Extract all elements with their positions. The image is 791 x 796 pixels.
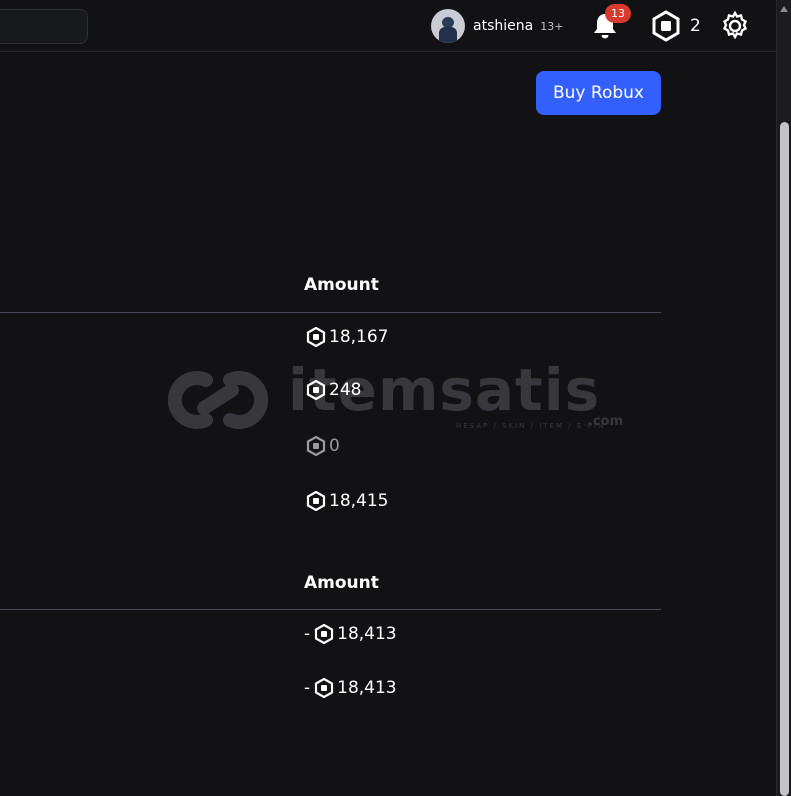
gear-icon[interactable] <box>719 10 751 42</box>
amount-sign: - <box>304 624 311 644</box>
amount-value: 18,167 <box>329 327 389 347</box>
username[interactable]: atshiena <box>473 18 533 34</box>
amount-value: 18,413 <box>337 624 397 644</box>
top-navigation-bar: atshiena 13+ 13 2 <box>0 0 776 52</box>
amount-value: 18,413 <box>337 678 397 698</box>
vertical-scrollbar[interactable] <box>776 0 791 796</box>
summary-amount-header: Amount <box>304 275 379 295</box>
notification-count-badge: 13 <box>605 4 631 23</box>
summary-amount-row: 18,167 <box>306 327 388 347</box>
user-profile-link[interactable]: atshiena 13+ <box>431 9 563 43</box>
summary-amount-row: 248 <box>306 380 361 400</box>
robux-icon <box>315 678 334 698</box>
watermark-tagline: HESAP / SKIN / ITEM / E-PIN <box>456 422 606 430</box>
avatar[interactable] <box>431 9 465 43</box>
scrollbar-thumb[interactable] <box>780 122 789 796</box>
watermark-suffix: .com <box>588 414 624 429</box>
robux-icon <box>306 436 326 456</box>
divider <box>0 609 661 610</box>
robux-icon <box>652 10 680 42</box>
buy-robux-button[interactable]: Buy Robux <box>536 71 661 115</box>
robux-icon <box>306 327 326 347</box>
amount-value: 248 <box>329 380 362 400</box>
summary-amount-row: 0 <box>306 436 340 456</box>
robux-balance: 2 <box>690 16 701 36</box>
divider <box>0 312 661 313</box>
scroll-up-arrow-icon[interactable] <box>780 6 788 12</box>
amount-value: 0 <box>329 436 340 456</box>
summary-amount-row: 18,415 <box>306 491 388 511</box>
transactions-amount-header: Amount <box>304 573 379 593</box>
robux-balance-button[interactable]: 2 <box>650 10 701 42</box>
robux-icon <box>306 380 326 400</box>
amount-sign: - <box>304 678 311 698</box>
search-input[interactable] <box>0 9 88 44</box>
robux-icon <box>315 624 334 644</box>
robux-icon <box>306 491 326 511</box>
watermark-logo: itemsatis HESAP / SKIN / ITEM / E-PIN .c… <box>166 356 628 434</box>
amount-value: 18,415 <box>329 491 389 511</box>
transaction-amount-row: - 18,413 <box>304 678 397 698</box>
age-badge: 13+ <box>540 19 564 33</box>
transaction-amount-row: - 18,413 <box>304 624 397 644</box>
